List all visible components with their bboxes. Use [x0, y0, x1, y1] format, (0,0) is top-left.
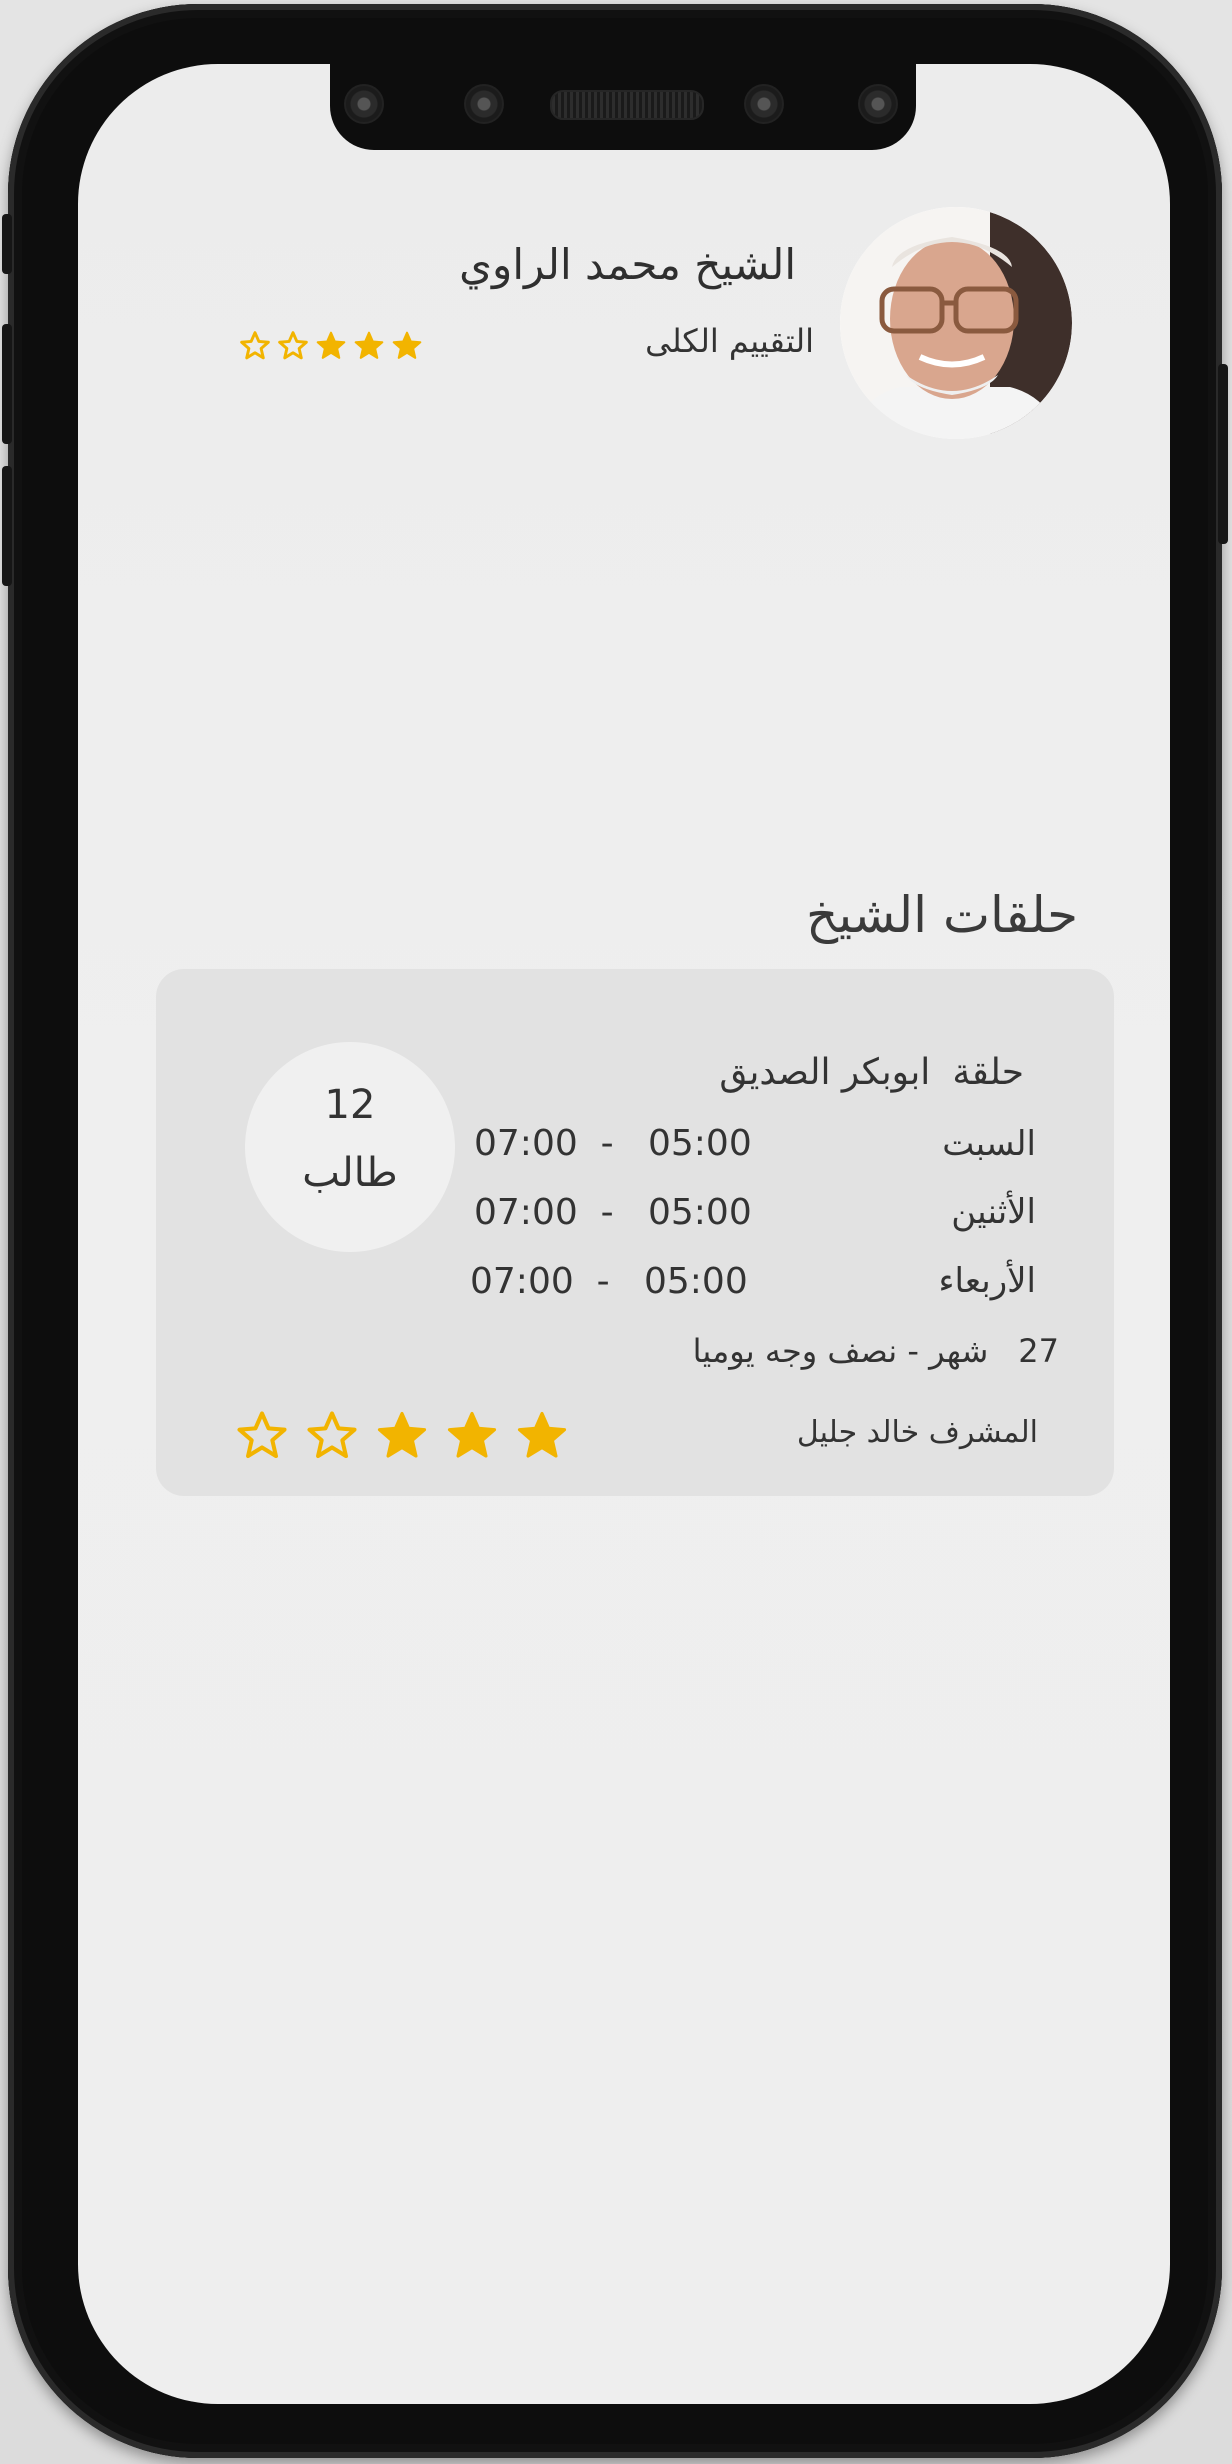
schedule-start: 05:00	[643, 1261, 748, 1302]
mute-switch	[2, 214, 12, 274]
student-unit: طالب	[302, 1150, 398, 1196]
schedule-separator: -	[600, 1192, 614, 1233]
star-filled-icon	[517, 1411, 567, 1458]
schedule-day: السبت	[942, 1124, 1036, 1164]
sheikh-name: الشيخ محمد الراوي	[459, 240, 796, 289]
circle-title-name: ابوبكر الصديق	[719, 1052, 931, 1093]
duration-text: شهر - نصف وجه يوميا	[692, 1332, 989, 1370]
volume-down-button	[2, 466, 12, 586]
schedule-time: 07:00 - 05:00	[470, 1261, 748, 1302]
schedule-time: 07:00 - 05:00	[474, 1123, 752, 1164]
schedule-separator: -	[600, 1123, 614, 1164]
phone-frame: الشيخ محمد الراوي التقييم الكلى حلقات ال…	[2, 4, 1228, 2458]
sheikh-avatar	[840, 207, 1072, 439]
star-filled-icon	[354, 331, 384, 359]
earpiece-speaker	[550, 90, 704, 120]
circle-duration: 27 شهر - نصف وجه يوميا	[693, 1332, 1059, 1370]
star-filled-icon	[377, 1411, 427, 1458]
duration-number: 27	[1018, 1332, 1059, 1370]
student-count: 12	[324, 1082, 376, 1128]
schedule-start: 05:00	[647, 1123, 752, 1164]
star-filled-icon	[392, 331, 422, 359]
overall-rating-label: التقييم الكلى	[645, 322, 814, 360]
front-camera	[344, 84, 384, 124]
circle-card[interactable]: 12 طالب حلقة ابوبكر الصديق السبت 07:00 - …	[156, 969, 1114, 1496]
circle-rating-stars	[234, 1409, 570, 1463]
notch	[330, 64, 916, 150]
schedule-end: 07:00	[474, 1192, 578, 1233]
star-outline-icon	[278, 331, 308, 360]
student-count-badge: 12 طالب	[245, 1042, 455, 1252]
schedule-time: 07:00 - 05:00	[474, 1192, 752, 1233]
schedule-day: الأربعاء	[938, 1261, 1036, 1301]
sensor	[858, 84, 898, 124]
volume-up-button	[2, 324, 12, 444]
avatar-photo	[840, 207, 1072, 439]
app-screen: الشيخ محمد الراوي التقييم الكلى حلقات ال…	[78, 64, 1170, 2404]
sheikh-circles-heading: حلقات الشيخ	[805, 886, 1078, 944]
schedule-end: 07:00	[474, 1123, 578, 1164]
circle-title-word: حلقة	[952, 1052, 1024, 1093]
star-outline-icon	[237, 1411, 287, 1459]
star-filled-icon	[447, 1411, 497, 1458]
star-filled-icon	[316, 331, 346, 359]
schedule-start: 05:00	[647, 1192, 752, 1233]
overall-rating-stars	[238, 330, 424, 362]
mockup-stage: الشيخ محمد الراوي التقييم الكلى حلقات ال…	[0, 0, 1232, 2464]
circle-title: حلقة ابوبكر الصديق	[719, 1052, 1024, 1093]
circle-supervisor: المشرف خالد جليل	[796, 1415, 1038, 1450]
star-outline-icon	[240, 331, 270, 360]
schedule-day: الأثنين	[951, 1192, 1036, 1232]
star-outline-icon	[307, 1411, 357, 1459]
schedule-separator: -	[596, 1261, 610, 1302]
sensor	[464, 84, 504, 124]
schedule-end: 07:00	[470, 1261, 574, 1302]
sensor	[744, 84, 784, 124]
power-button	[1218, 364, 1228, 544]
